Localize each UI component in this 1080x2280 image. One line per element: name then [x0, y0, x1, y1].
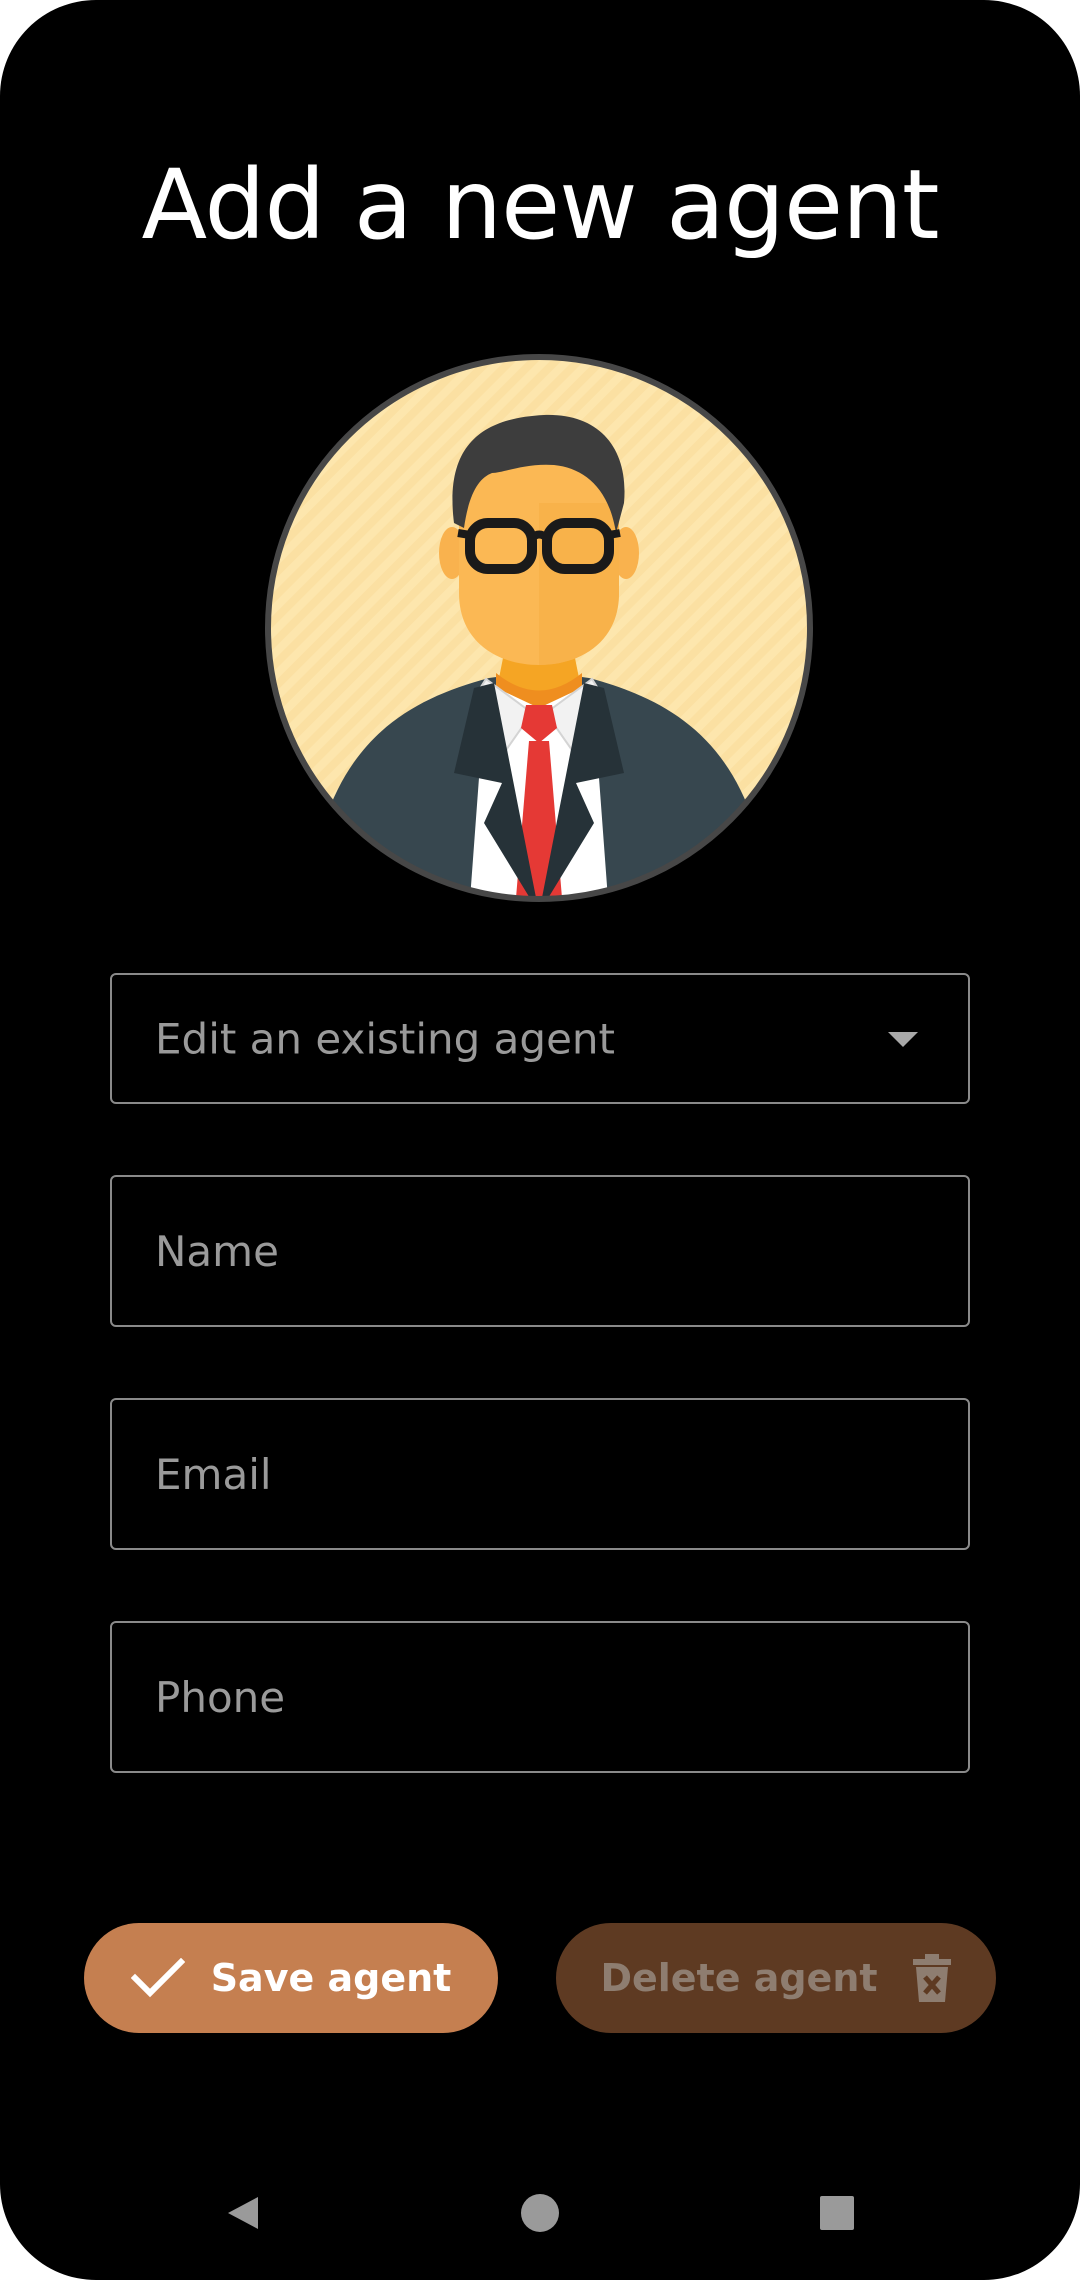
app-screen: Add a new agent Edit an existing agent N… [0, 0, 1080, 2280]
nav-recents-button[interactable] [782, 2158, 892, 2268]
agent-select-label: Edit an existing agent [155, 1014, 615, 1063]
save-agent-label: Save agent [210, 1956, 452, 2000]
dropdown-arrow-icon[interactable] [888, 1031, 918, 1047]
page-title: Add a new agent [141, 149, 940, 261]
businessman-avatar-icon [265, 354, 813, 902]
delete-agent-button[interactable]: Delete agent [556, 1923, 996, 2033]
trash-icon [912, 1953, 952, 2003]
delete-agent-label: Delete agent [600, 1956, 878, 2000]
save-agent-button[interactable]: Save agent [84, 1923, 498, 2033]
name-field-container [110, 1175, 970, 1327]
phone-field-container [110, 1621, 970, 1773]
nav-home-icon [521, 2194, 559, 2232]
nav-home-button[interactable] [485, 2158, 595, 2268]
system-navigation-bar [0, 2158, 1080, 2268]
name-input[interactable] [112, 1177, 968, 1325]
agent-select-dropdown[interactable]: Edit an existing agent [110, 973, 970, 1104]
agent-avatar[interactable] [264, 353, 814, 903]
email-field-container [110, 1398, 970, 1550]
nav-back-button[interactable] [187, 2158, 297, 2268]
nav-back-icon [228, 2197, 258, 2229]
nav-recents-icon [820, 2196, 854, 2230]
email-input[interactable] [112, 1400, 968, 1548]
phone-input[interactable] [112, 1623, 968, 1771]
check-icon [130, 1958, 185, 1998]
